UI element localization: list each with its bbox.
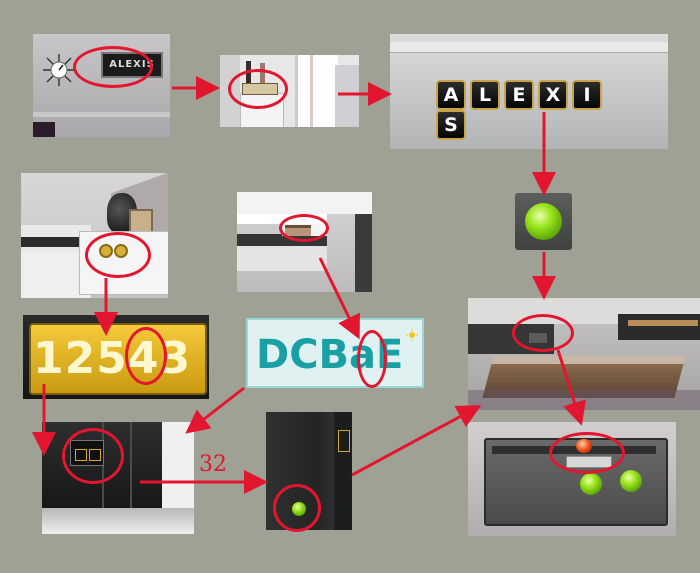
highlight-circle (357, 330, 387, 388)
panel-green-button (515, 193, 572, 250)
highlight-circle (273, 484, 321, 532)
number-digit: 2 (64, 333, 97, 384)
panel-number-display: 12543 (23, 315, 209, 399)
number-digit: 1 (33, 333, 65, 384)
sun-icon (406, 326, 418, 341)
highlight-circle (279, 214, 329, 242)
highlight-circle (512, 314, 574, 352)
word-tile: I (572, 80, 602, 110)
word-tile: A (436, 80, 466, 110)
highlight-circle (125, 327, 167, 385)
green-button-icon[interactable] (525, 203, 562, 240)
word-tile: S (436, 110, 466, 140)
number-display: 12543 (33, 329, 203, 389)
wall-clock-icon (41, 52, 77, 88)
arrow-label: 32 (199, 452, 227, 477)
highlight-circle (62, 428, 124, 484)
panel-nightstand (21, 173, 168, 298)
green-button-icon[interactable] (580, 473, 602, 495)
word-tile: E (504, 80, 534, 110)
word-tile: X (538, 80, 568, 110)
green-button-icon[interactable] (620, 470, 642, 492)
highlight-circle (228, 69, 288, 109)
word-display-box: A L E X I S (436, 80, 636, 140)
highlight-circle (549, 432, 625, 474)
panel-coffee-table (468, 298, 700, 410)
code-display: DCBaE (256, 332, 404, 378)
word-tile: L (470, 80, 500, 110)
panel-word-display: A L E X I S (390, 34, 668, 149)
highlight-circle (85, 232, 151, 278)
highlight-circle (73, 46, 153, 88)
number-digit: 5 (96, 333, 128, 384)
panel-code-display: DCBaE (246, 318, 424, 388)
panel-bed-books (237, 192, 372, 292)
